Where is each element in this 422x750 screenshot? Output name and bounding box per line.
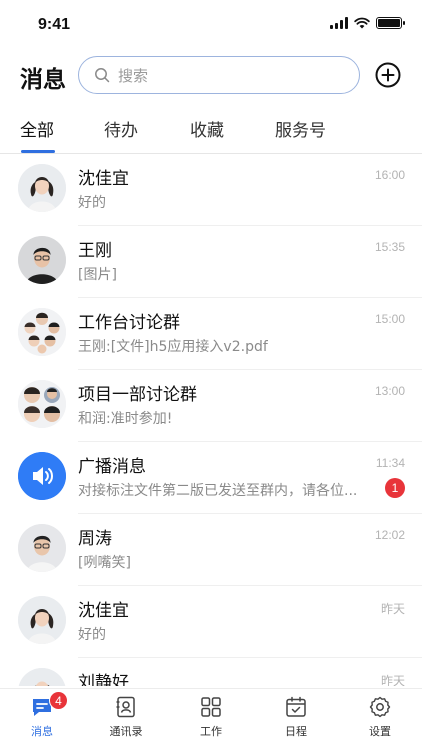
conversation-time: 16:00 (374, 168, 405, 182)
add-button[interactable] (375, 62, 401, 88)
grid-icon (201, 697, 221, 717)
tab-work[interactable]: 工作 (176, 695, 246, 739)
conversation-item[interactable]: 周涛 [咧嘴笑] 12:02 (0, 514, 422, 586)
tab-schedule[interactable]: 日程 (261, 695, 331, 739)
conversation-name: 广播消息 (78, 457, 146, 477)
status-bar: 9:41 (0, 0, 422, 50)
conversation-preview: [图片] (78, 267, 117, 283)
tabbar-label: 消息 (31, 725, 53, 738)
group-avatar (18, 380, 66, 428)
avatar (18, 596, 66, 644)
avatar (18, 524, 66, 572)
conversation-preview: 好的 (78, 627, 106, 643)
conversation-preview: [咧嘴笑] (78, 555, 131, 571)
conversation-item[interactable]: 沈佳宜 好的 16:00 (0, 154, 422, 226)
search-placeholder: 搜索 (118, 66, 149, 85)
conversation-name: 项目一部讨论群 (78, 385, 197, 405)
conversation-preview: 对接标注文件第二版已发送至群内，请各位... (78, 483, 358, 499)
conversation-time: 昨天 (380, 674, 405, 686)
conversation-item[interactable]: 沈佳宜 好的 昨天 (0, 586, 422, 658)
conversation-preview: 和润:准时参加! (78, 411, 173, 427)
tab-service-accounts[interactable]: 服务号 (275, 116, 326, 141)
tab-indicator (21, 150, 55, 153)
tabbar-label: 通讯录 (109, 725, 143, 738)
tab-bar-top: 全部 待办 收藏 服务号 (0, 108, 422, 154)
tabbar-label: 日程 (285, 725, 307, 738)
tabbar-label: 设置 (369, 725, 391, 738)
search-icon (95, 68, 110, 83)
conversation-item[interactable]: 项目一部讨论群 和润:准时参加! 13:00 (0, 370, 422, 442)
conversation-item[interactable]: 广播消息 对接标注文件第二版已发送至群内，请各位... 11:34 1 (0, 442, 422, 514)
battery-icon (376, 17, 405, 29)
bottom-tab-bar: 4 消息 通讯录 工作 日程 设置 (0, 688, 422, 750)
conversation-preview: 好的 (78, 195, 106, 211)
tab-all[interactable]: 全部 (20, 116, 54, 141)
tab-favorites[interactable]: 收藏 (190, 116, 224, 141)
wifi-icon (354, 17, 370, 29)
conversation-name: 王刚 (78, 241, 112, 261)
speaker-icon (18, 452, 66, 500)
conversation-time: 11:34 (375, 456, 405, 470)
avatar (18, 668, 66, 686)
conversation-time: 13:00 (374, 384, 405, 398)
conversation-preview: 王刚:[文件]h5应用接入v2.pdf (78, 339, 268, 355)
conversation-name: 周涛 (78, 529, 112, 549)
conversation-item[interactable]: 刘静好 昨天 (0, 658, 422, 686)
status-icons (330, 17, 405, 29)
conversation-name: 沈佳宜 (78, 169, 129, 189)
unread-badge: 1 (385, 478, 405, 498)
tabbar-label: 工作 (200, 725, 222, 738)
header: 消息 搜索 (0, 52, 422, 100)
tab-todo[interactable]: 待办 (104, 116, 138, 141)
conversation-item[interactable]: 王刚 [图片] 15:35 (0, 226, 422, 298)
tab-badge: 4 (49, 691, 68, 710)
calendar-icon (286, 696, 306, 717)
avatar (18, 236, 66, 284)
conversation-item[interactable]: 工作台讨论群 王刚:[文件]h5应用接入v2.pdf 15:00 (0, 298, 422, 370)
conversation-time: 昨天 (380, 602, 405, 616)
conversation-time: 15:00 (374, 312, 405, 326)
signal-icon (330, 17, 348, 29)
conversation-name: 沈佳宜 (78, 601, 129, 621)
conversation-list: 沈佳宜 好的 16:00 王刚 [图片] 15:35 工作台讨论群 王刚:[文件… (0, 154, 422, 686)
contacts-icon (116, 696, 135, 718)
avatar (18, 164, 66, 212)
conversation-name: 工作台讨论群 (78, 313, 180, 333)
status-time: 9:41 (38, 16, 71, 33)
conversation-name: 刘静好 (78, 673, 129, 686)
tab-settings[interactable]: 设置 (345, 695, 415, 739)
page-title: 消息 (20, 67, 66, 93)
group-avatar (18, 308, 66, 356)
tab-contacts[interactable]: 通讯录 (91, 695, 161, 739)
conversation-time: 12:02 (374, 528, 405, 542)
search-input[interactable]: 搜索 (78, 56, 360, 94)
tab-messages[interactable]: 4 消息 (7, 691, 77, 739)
gear-icon (369, 696, 391, 718)
conversation-time: 15:35 (374, 240, 405, 254)
